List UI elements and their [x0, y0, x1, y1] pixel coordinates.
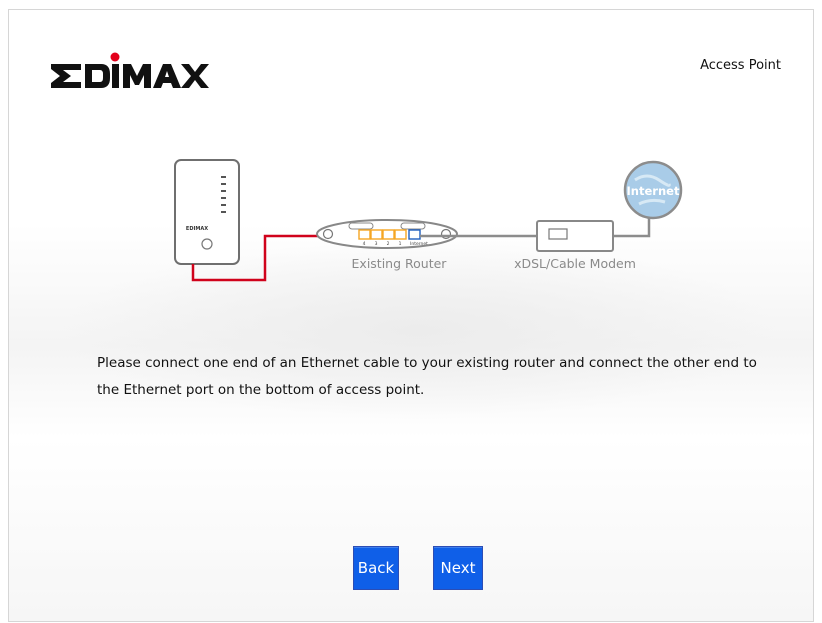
edimax-logo [51, 52, 209, 88]
router-port-internet: Internet [410, 241, 428, 247]
device-brand: EDIMAX [186, 226, 208, 232]
modem-label: xDSL/Cable Modem [514, 256, 636, 271]
router-port-4: 4 [363, 241, 366, 247]
existing-router: 4 3 2 1 Internet [316, 219, 458, 249]
internet-globe-icon: Internet [623, 160, 683, 220]
device-wps-button [201, 238, 213, 250]
setup-wizard-panel: Access Point EDIMAX 4 3 2 1 Internet Exi… [8, 9, 814, 622]
router-port-1: 1 [399, 241, 402, 247]
router-port-2: 2 [387, 241, 390, 247]
cable-modem [536, 220, 614, 252]
next-button[interactable]: Next [433, 546, 483, 590]
mode-label: Access Point [700, 58, 781, 73]
back-button[interactable]: Back [353, 546, 399, 590]
setup-instructions: Please connect one end of an Ethernet ca… [97, 355, 757, 398]
connection-diagram: EDIMAX 4 3 2 1 Internet Existing Router … [174, 159, 683, 282]
internet-label: Internet [627, 184, 680, 198]
access-point-device: EDIMAX [174, 159, 240, 265]
router-port-3: 3 [375, 241, 378, 247]
router-label: Existing Router [352, 256, 448, 271]
